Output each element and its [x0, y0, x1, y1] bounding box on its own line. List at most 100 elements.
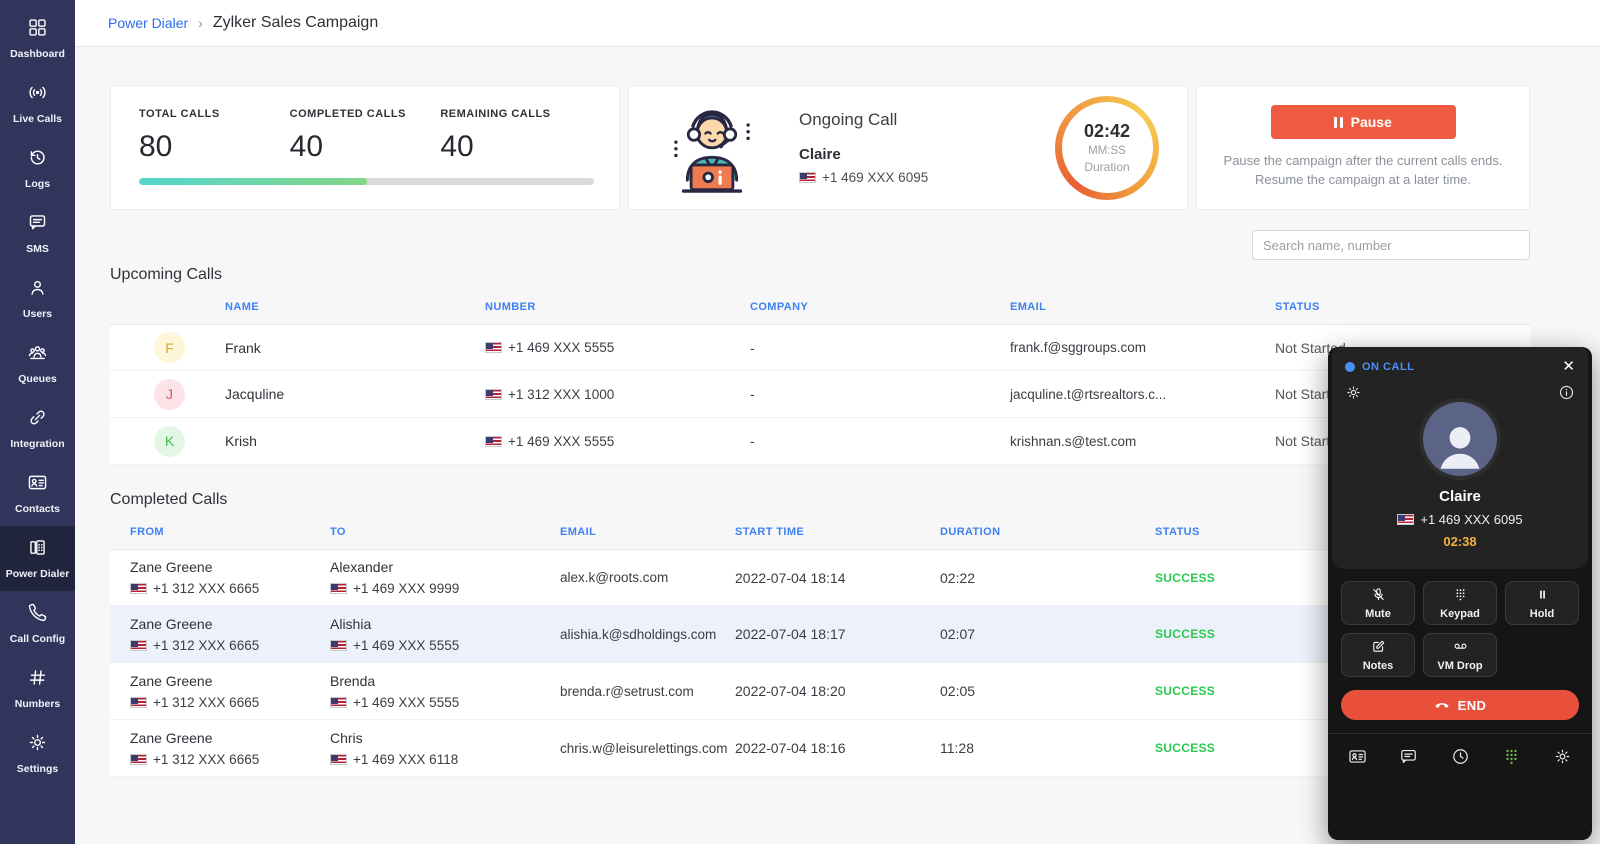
call-widget: ON CALL ✕ Claire +1 469 XXX 6095 02:38 M… [1328, 347, 1592, 840]
live-calls-icon [27, 82, 48, 108]
numbers-hash-icon [27, 667, 48, 693]
logs-history-icon [27, 147, 48, 173]
breadcrumb-parent-link[interactable]: Power Dialer [108, 15, 188, 31]
on-call-status: ON CALL [1345, 361, 1414, 373]
voicemail-icon [1453, 639, 1468, 657]
ongoing-call-name: Claire [799, 146, 1029, 163]
sidebar-item-dashboard[interactable]: Dashboard [0, 6, 75, 71]
pause-campaign-button[interactable]: Pause [1271, 105, 1456, 139]
completed-call-row[interactable]: Zane Greene+1 312 XXX 6665 Brenda+1 469 … [110, 663, 1530, 720]
call-widget-screen: ON CALL ✕ Claire +1 469 XXX 6095 02:38 [1332, 347, 1588, 569]
sidebar-item-sms[interactable]: SMS [0, 201, 75, 266]
call-duration-format: MM:SS [1088, 145, 1126, 157]
completed-call-row[interactable]: Zane Greene+1 312 XXX 6665 Alishia+1 469… [110, 606, 1530, 663]
widget-call-timer: 02:38 [1345, 534, 1575, 549]
us-flag-icon [330, 697, 347, 708]
keypad-icon [1453, 587, 1468, 605]
widget-gear-icon[interactable] [1553, 747, 1572, 766]
dialpad-icon[interactable] [1502, 747, 1521, 766]
stat-remaining-calls: REMAINING CALLS 40 [440, 108, 591, 164]
info-icon[interactable] [1558, 384, 1575, 406]
call-duration-caption: Duration [1084, 160, 1129, 174]
pause-description: Pause the campaign after the current cal… [1224, 152, 1503, 190]
sidebar-item-integration[interactable]: Integration [0, 396, 75, 461]
close-icon[interactable]: ✕ [1562, 359, 1575, 374]
completed-calls-header: FROM TO EMAIL START TIME DURATION STATUS [110, 515, 1530, 549]
user-icon [27, 277, 48, 303]
search-input[interactable] [1252, 230, 1530, 260]
us-flag-icon [130, 754, 147, 765]
pause-campaign-card: Pause Pause the campaign after the curre… [1196, 85, 1530, 210]
caller-number: +1 469 XXX 6095 [1420, 512, 1522, 527]
chat-icon[interactable] [1399, 747, 1418, 766]
us-flag-icon [1397, 514, 1414, 525]
sidebar-item-numbers[interactable]: Numbers [0, 656, 75, 721]
phone-down-icon [1434, 697, 1450, 713]
ongoing-call-card: Ongoing Call Claire +1 469 XXX 6095 02:4… [628, 85, 1188, 210]
us-flag-icon [130, 583, 147, 594]
avatar: K [154, 426, 185, 457]
widget-toolbar [1328, 733, 1592, 779]
completed-calls-title: Completed Calls [110, 491, 1530, 509]
us-flag-icon [330, 640, 347, 651]
sidebar-item-queues[interactable]: Queues [0, 331, 75, 396]
avatar: F [154, 332, 185, 363]
call-duration-value: 02:42 [1084, 121, 1130, 142]
us-flag-icon [330, 583, 347, 594]
breadcrumb: Power Dialer › Zylker Sales Campaign [75, 0, 1600, 47]
contacts-card-icon [27, 472, 48, 498]
caller-avatar [1423, 402, 1497, 476]
upcoming-call-row[interactable]: K Krish +1 469 XXX 5555 - krishnan.s@tes… [110, 418, 1530, 465]
sidebar-item-logs[interactable]: Logs [0, 136, 75, 201]
completed-call-row[interactable]: Zane Greene+1 312 XXX 6665 Alexander+1 4… [110, 549, 1530, 606]
sidebar-item-power-dialer[interactable]: Power Dialer [0, 526, 75, 591]
us-flag-icon [485, 436, 502, 447]
sidebar-item-contacts[interactable]: Contacts [0, 461, 75, 526]
upcoming-call-row[interactable]: J Jacquline +1 312 XXX 1000 - jacquline.… [110, 371, 1530, 418]
calls-progress-bar [139, 178, 594, 185]
caller-name: Claire [1345, 488, 1575, 505]
sidebar-item-call-config[interactable]: Call Config [0, 591, 75, 656]
call-config-phone-icon [27, 602, 48, 628]
sidebar-item-users[interactable]: Users [0, 266, 75, 331]
contact-card-icon[interactable] [1348, 747, 1367, 766]
power-dialer-phone-icon [27, 537, 48, 563]
notes-edit-icon [1371, 639, 1386, 657]
avatar: J [154, 379, 185, 410]
end-call-button[interactable]: END [1341, 690, 1579, 720]
sidebar-item-live-calls[interactable]: Live Calls [0, 71, 75, 136]
notes-button[interactable]: Notes [1341, 633, 1415, 677]
integration-link-icon [27, 407, 48, 433]
clock-icon[interactable] [1451, 747, 1470, 766]
call-duration-ring: 02:42 MM:SS Duration [1055, 96, 1159, 200]
vm-drop-button[interactable]: VM Drop [1423, 633, 1497, 677]
keypad-button[interactable]: Keypad [1423, 581, 1497, 625]
sms-chat-icon [27, 212, 48, 238]
stat-completed-calls: COMPLETED CALLS 40 [290, 108, 441, 164]
on-call-dot-icon [1345, 362, 1355, 372]
breadcrumb-separator: › [198, 15, 203, 31]
agent-illustration [655, 92, 769, 203]
ongoing-call-title: Ongoing Call [799, 110, 1029, 130]
completed-call-row[interactable]: Zane Greene+1 312 XXX 6665 Chris+1 469 X… [110, 720, 1530, 777]
settings-gear-icon [27, 732, 48, 758]
mute-button[interactable]: Mute [1341, 581, 1415, 625]
dashboard-icon [27, 17, 48, 43]
person-silhouette-icon [1431, 418, 1489, 476]
mute-mic-icon [1371, 587, 1386, 605]
us-flag-icon [330, 754, 347, 765]
hold-button[interactable]: Hold [1505, 581, 1579, 625]
us-flag-icon [799, 172, 816, 183]
upcoming-call-row[interactable]: F Frank +1 469 XXX 5555 - frank.f@sggrou… [110, 324, 1530, 371]
sidebar: Dashboard Live Calls Logs SMS Users Queu… [0, 0, 75, 844]
upcoming-calls-title: Upcoming Calls [110, 266, 1530, 284]
us-flag-icon [485, 342, 502, 353]
sidebar-item-settings[interactable]: Settings [0, 721, 75, 786]
campaign-stats-card: TOTAL CALLS 80 COMPLETED CALLS 40 REMAIN… [110, 85, 620, 210]
stat-total-calls: TOTAL CALLS 80 [139, 108, 290, 164]
widget-settings-gear-icon[interactable] [1345, 384, 1362, 406]
us-flag-icon [130, 640, 147, 651]
page-title: Zylker Sales Campaign [213, 14, 378, 32]
us-flag-icon [485, 389, 502, 400]
calls-progress-fill [139, 178, 367, 185]
